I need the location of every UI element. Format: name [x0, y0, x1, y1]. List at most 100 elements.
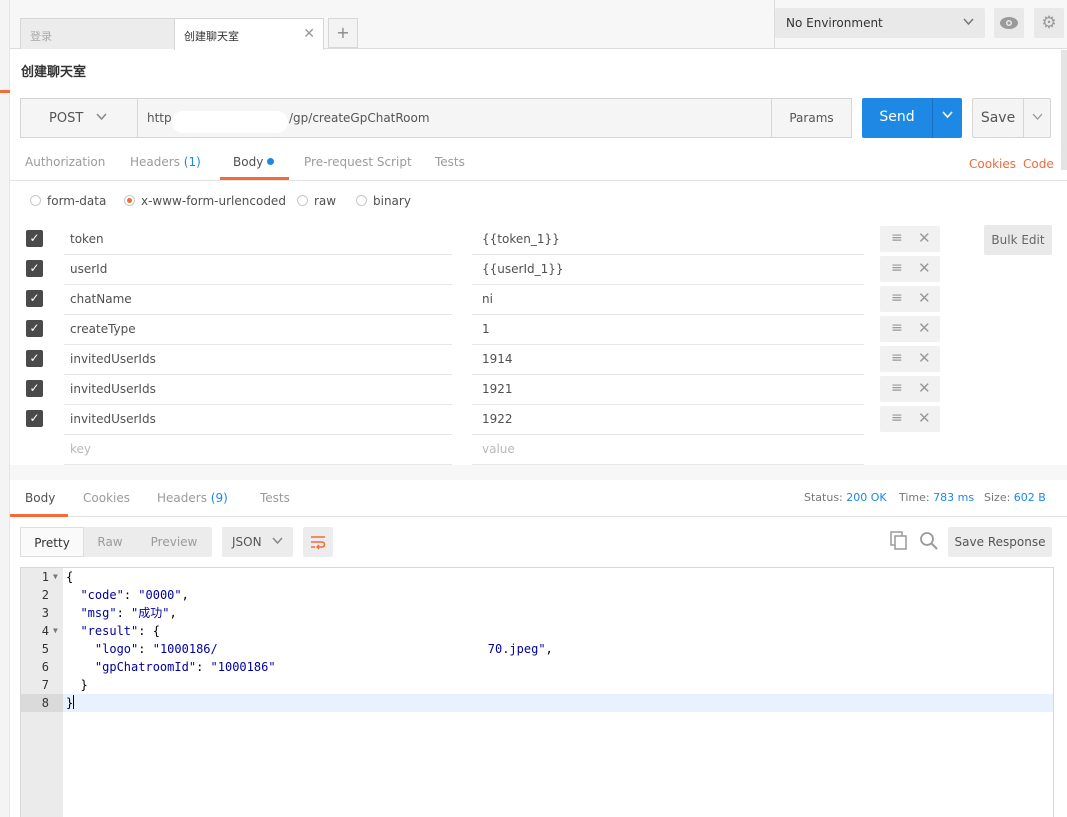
radio-form-data[interactable]: form-data: [30, 194, 106, 208]
tab-tests[interactable]: Tests: [435, 155, 465, 169]
send-dropdown[interactable]: [933, 108, 962, 124]
code-link[interactable]: Code: [1023, 157, 1054, 171]
language-select[interactable]: JSON: [222, 527, 293, 557]
key-input[interactable]: createType: [64, 315, 452, 345]
delete-icon[interactable]: ✕: [918, 229, 931, 247]
cookies-link[interactable]: Cookies: [969, 157, 1016, 171]
value-input[interactable]: 1914: [472, 345, 864, 375]
drag-handle-icon[interactable]: ≡: [891, 380, 903, 396]
delete-icon[interactable]: ✕: [918, 259, 931, 277]
tab-headers[interactable]: Headers (1): [130, 155, 201, 169]
radio-binary[interactable]: binary: [356, 194, 411, 208]
gear-icon[interactable]: ⚙: [1034, 8, 1064, 38]
drag-handle-icon[interactable]: ≡: [891, 350, 903, 366]
value-input[interactable]: value: [472, 435, 864, 465]
save-button[interactable]: Save: [972, 98, 1051, 138]
eye-icon[interactable]: [994, 8, 1024, 38]
value-input[interactable]: {{token_1}}: [472, 225, 864, 255]
close-icon[interactable]: ✕: [303, 26, 315, 42]
response-tabs: Body Cookies Headers (9) Tests Status: 2…: [10, 480, 1067, 517]
redacted-host: [172, 111, 288, 133]
row-actions: ≡ ✕: [880, 226, 940, 252]
tab-create-chatroom[interactable]: 创建聊天室 ✕: [174, 18, 324, 50]
delete-icon[interactable]: ✕: [918, 319, 931, 337]
radio-label: raw: [314, 194, 337, 208]
line-number: 1: [41, 570, 49, 584]
search-icon[interactable]: [918, 531, 940, 553]
value-input[interactable]: 1922: [472, 405, 864, 435]
tab-label: Headers: [157, 491, 207, 505]
key-input[interactable]: invitedUserIds: [64, 405, 452, 435]
body-param-row: ✓ invitedUserIds 1914 ≡ ✕: [26, 345, 946, 375]
fold-toggle-icon[interactable]: ▼: [53, 568, 58, 586]
wrap-lines-icon[interactable]: [303, 527, 333, 557]
body-param-row: ✓ userId {{userId_1}} ≡ ✕: [26, 255, 946, 285]
row-checkbox[interactable]: ✓: [26, 410, 43, 427]
code-text: "code": "0000",: [80, 588, 189, 602]
delete-icon[interactable]: ✕: [918, 349, 931, 367]
drag-handle-icon[interactable]: ≡: [891, 290, 903, 306]
row-actions: ≡ ✕: [880, 316, 940, 342]
key-input[interactable]: userId: [64, 255, 452, 285]
row-checkbox[interactable]: ✓: [26, 230, 43, 247]
row-checkbox[interactable]: ✓: [26, 320, 43, 337]
top-tab-bar: 登录 创建聊天室 ✕ + No Environment ⚙: [10, 0, 1067, 50]
tab-label: Cookies: [83, 491, 130, 505]
delete-icon[interactable]: ✕: [918, 409, 931, 427]
row-actions: ≡ ✕: [880, 286, 940, 312]
radio-label: x-www-form-urlencoded: [141, 194, 286, 208]
value-input[interactable]: 1921: [472, 375, 864, 405]
key-input[interactable]: invitedUserIds: [64, 375, 452, 405]
save-response-button[interactable]: Save Response: [948, 527, 1052, 557]
key-input[interactable]: token: [64, 225, 452, 255]
preview-button[interactable]: Preview: [142, 527, 206, 557]
params-button[interactable]: Params: [771, 99, 851, 137]
tab-response-body[interactable]: Body: [25, 491, 55, 505]
request-tabs: Authorization Headers (1) Body Pre-reque…: [10, 148, 1067, 181]
url-bar: POST http /gp/createGpChatRoom Params: [20, 98, 852, 138]
row-checkbox[interactable]: ✓: [26, 290, 43, 307]
row-checkbox[interactable]: ✓: [26, 260, 43, 277]
tab-response-tests[interactable]: Tests: [260, 491, 290, 505]
fold-toggle-icon[interactable]: ▼: [53, 622, 58, 640]
row-checkbox[interactable]: ✓: [26, 380, 43, 397]
response-editor[interactable]: 1 ▼ { 2 "code": "0000", 3 "msg": "成功", 4…: [20, 567, 1054, 817]
radio-x-www-form-urlencoded[interactable]: x-www-form-urlencoded: [124, 194, 286, 208]
key-input[interactable]: chatName: [64, 285, 452, 315]
line-number: 2: [41, 588, 49, 602]
raw-button[interactable]: Raw: [84, 527, 136, 557]
body-param-row: ✓ chatName ni ≡ ✕: [26, 285, 946, 315]
url-input[interactable]: http /gp/createGpChatRoom: [138, 99, 771, 137]
radio-raw[interactable]: raw: [297, 194, 336, 208]
tab-body[interactable]: Body: [233, 155, 275, 169]
drag-handle-icon[interactable]: ≡: [891, 230, 903, 246]
add-tab-button[interactable]: +: [328, 18, 358, 48]
tab-login[interactable]: 登录: [20, 18, 180, 49]
drag-handle-icon[interactable]: ≡: [891, 320, 903, 336]
pretty-button[interactable]: Pretty: [20, 527, 84, 557]
delete-icon[interactable]: ✕: [918, 289, 931, 307]
tab-pre-request-script[interactable]: Pre-request Script: [304, 155, 412, 169]
drag-handle-icon[interactable]: ≡: [891, 260, 903, 276]
save-dropdown[interactable]: [1024, 110, 1051, 126]
row-checkbox[interactable]: ✓: [26, 350, 43, 367]
copy-icon[interactable]: [888, 531, 910, 553]
key-input[interactable]: invitedUserIds: [64, 345, 452, 375]
method-select[interactable]: POST: [21, 99, 138, 137]
value-input[interactable]: {{userId_1}}: [472, 255, 864, 285]
value-input[interactable]: ni: [472, 285, 864, 315]
environment-select[interactable]: No Environment: [775, 8, 985, 38]
bulk-edit-button[interactable]: Bulk Edit: [984, 225, 1052, 255]
delete-icon[interactable]: ✕: [918, 379, 931, 397]
drag-handle-icon[interactable]: ≡: [891, 410, 903, 426]
code-text: "msg": "成功",: [80, 606, 177, 620]
tab-label: Body: [25, 491, 56, 505]
tab-response-headers[interactable]: Headers (9): [157, 491, 228, 505]
key-input[interactable]: key: [64, 435, 452, 465]
tab-response-cookies[interactable]: Cookies: [83, 491, 130, 505]
value-input[interactable]: 1: [472, 315, 864, 345]
status-value: 200 OK: [846, 491, 887, 504]
tab-authorization[interactable]: Authorization: [25, 155, 105, 169]
chevron-down-icon: [962, 15, 975, 31]
send-button[interactable]: Send: [862, 98, 962, 138]
